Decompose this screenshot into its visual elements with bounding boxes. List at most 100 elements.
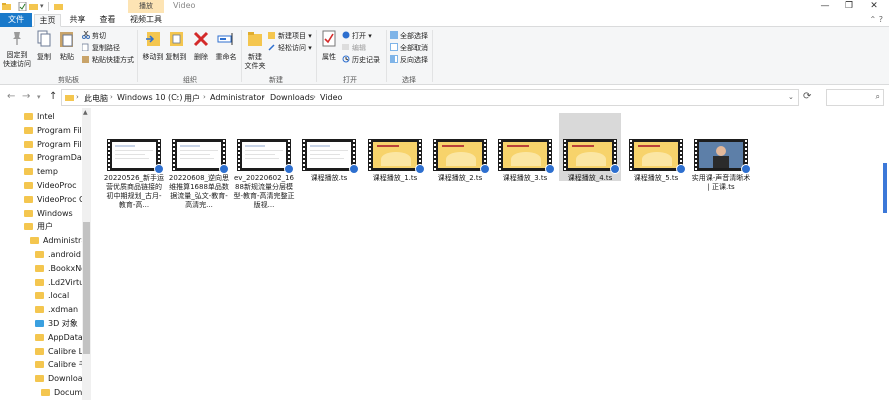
- minimize-button[interactable]: —: [813, 0, 837, 13]
- invert-selection-button[interactable]: 反向选择: [390, 55, 428, 66]
- file-item[interactable]: 课程播放_3.ts: [494, 139, 556, 183]
- video-thumbnail: [368, 139, 425, 174]
- search-input[interactable]: ⌕: [826, 89, 884, 106]
- content-scrollbar[interactable]: [881, 108, 889, 400]
- nav-item[interactable]: Program Files: [24, 124, 82, 137]
- new-folder-quick-icon[interactable]: [29, 2, 38, 11]
- nav-item[interactable]: .android: [35, 248, 82, 261]
- nav-item[interactable]: Program Files: [24, 138, 82, 151]
- properties-button[interactable]: 属性: [318, 30, 340, 62]
- pin-quick-access-button[interactable]: 固定到 快速访问: [2, 30, 32, 69]
- nav-item[interactable]: ProgramData: [24, 151, 82, 164]
- crumb-video[interactable]: Video: [320, 93, 342, 102]
- file-item[interactable]: 20220608_逆向思维推算1688单品数据流量_弘文-教育-高清完...: [168, 139, 230, 210]
- back-arrow-icon[interactable]: ←: [7, 91, 15, 102]
- nav-item[interactable]: .local: [35, 289, 82, 302]
- crumb-c-drive[interactable]: Windows 10 (C:): [117, 93, 183, 102]
- nav-item[interactable]: Calibre 书库: [35, 358, 82, 371]
- new-folder-button[interactable]: 新建 文件夹: [243, 30, 267, 71]
- scroll-thumb[interactable]: [883, 163, 887, 213]
- crumb-administrator[interactable]: Administrator: [210, 93, 265, 102]
- history-label: 历史记录: [352, 56, 380, 64]
- delete-button[interactable]: 删除: [191, 30, 211, 62]
- nav-item[interactable]: temp: [24, 165, 82, 178]
- recent-chevron-icon[interactable]: ▾: [37, 93, 41, 101]
- address-dropdown-icon[interactable]: ⌄: [788, 93, 794, 101]
- nav-scrollbar[interactable]: ▲: [82, 108, 91, 400]
- navigation-pane: Intel Program Files Program Files ProgramDa…: [0, 108, 92, 400]
- crumb-users[interactable]: 用户: [184, 93, 200, 104]
- file-item[interactable]: 实用课-声音清晰术 | 正课.ts: [690, 139, 752, 192]
- help-icon[interactable]: ⌃ ?: [870, 15, 884, 24]
- paste-shortcut-button[interactable]: 粘贴快捷方式: [82, 55, 134, 66]
- cut-button[interactable]: 剪切: [82, 30, 106, 42]
- open-button[interactable]: 打开 ▾: [342, 31, 372, 42]
- nav-item[interactable]: AppData: [35, 331, 82, 344]
- file-name: 课程播放_3.ts: [502, 174, 548, 182]
- video-thumbnail: [498, 139, 555, 174]
- nav-item[interactable]: 用户: [24, 220, 82, 233]
- file-item[interactable]: 课程播放_4.ts: [559, 113, 621, 182]
- nav-item[interactable]: .BookxNote: [35, 262, 82, 275]
- select-none-button[interactable]: 全部取消: [390, 43, 428, 54]
- nav-item[interactable]: VideoProc: [24, 179, 82, 192]
- nav-item[interactable]: .Ld2Virtual: [35, 276, 82, 289]
- nav-item[interactable]: Administrato: [30, 234, 82, 247]
- media-player-badge-icon: [349, 164, 359, 174]
- video-thumbnail: [694, 139, 751, 174]
- new-item-button[interactable]: 新建项目 ▾: [268, 31, 312, 42]
- nav-item[interactable]: 3D 对象: [35, 317, 82, 330]
- nav-item[interactable]: Downloads: [35, 372, 82, 385]
- folder-icon: [35, 361, 44, 369]
- move-to-button[interactable]: 移动到: [142, 30, 164, 62]
- copy-button[interactable]: 复制: [33, 30, 55, 62]
- nav-item[interactable]: VideoProc Co: [24, 193, 82, 206]
- file-item[interactable]: 课程播放_1.ts: [364, 139, 426, 183]
- refresh-icon[interactable]: ⟳: [803, 91, 811, 102]
- file-item[interactable]: ev_20220602_1688新规流量分层模型-教育-高清完整正版视...: [233, 139, 295, 210]
- nav-item[interactable]: Documen: [41, 386, 82, 399]
- scroll-thumb[interactable]: [83, 222, 90, 354]
- crumb-this-pc[interactable]: 此电脑: [84, 93, 108, 104]
- tab-home[interactable]: 主页: [34, 14, 61, 27]
- crumb-downloads[interactable]: Downloads: [270, 93, 314, 102]
- easy-access-button[interactable]: 轻松访问 ▾: [268, 43, 312, 54]
- move-to-icon: [142, 30, 164, 51]
- tab-view[interactable]: 查看: [94, 14, 121, 27]
- rename-button[interactable]: 重命名: [213, 30, 239, 62]
- delete-label: 删除: [194, 53, 208, 61]
- properties-quick-icon[interactable]: [18, 1, 27, 12]
- select-all-button[interactable]: 全部选择: [390, 31, 428, 42]
- nav-item-label: Intel: [37, 112, 55, 121]
- file-item[interactable]: 课程播放_5.ts: [625, 139, 687, 183]
- media-player-badge-icon: [480, 164, 490, 174]
- scroll-up-icon[interactable]: ▲: [83, 109, 88, 116]
- folder-icon: [35, 292, 44, 300]
- file-item[interactable]: 课程播放_2.ts: [429, 139, 491, 183]
- file-name: 20220526_新手运营优质商品链接的初中期规划_古月-教育-高...: [103, 174, 165, 209]
- nav-item[interactable]: Windows: [24, 207, 82, 220]
- copy-path-button[interactable]: 复制路径: [81, 43, 120, 54]
- copy-path-label: 复制路径: [92, 44, 120, 52]
- address-bar[interactable]: › 此电脑 › Windows 10 (C:) › 用户 › Administr…: [61, 89, 799, 106]
- history-button[interactable]: 历史记录: [342, 55, 380, 66]
- nav-item[interactable]: .xdman: [35, 303, 82, 316]
- close-button[interactable]: ✕: [862, 0, 886, 13]
- tab-file[interactable]: 文件: [0, 13, 32, 27]
- context-tab-play[interactable]: 播放: [128, 0, 164, 13]
- file-item[interactable]: 课程播放.ts: [298, 139, 360, 183]
- paste-button[interactable]: 粘贴: [56, 30, 78, 62]
- edit-button[interactable]: 编辑: [342, 43, 366, 54]
- select-none-icon: [390, 43, 398, 51]
- up-arrow-icon[interactable]: ↑: [49, 91, 57, 102]
- nav-item[interactable]: Intel: [24, 110, 82, 123]
- select-all-icon: [390, 31, 398, 39]
- forward-arrow-icon[interactable]: →: [22, 91, 30, 102]
- nav-item[interactable]: Calibre Libr: [35, 345, 82, 358]
- copy-to-button[interactable]: 复制到: [165, 30, 187, 62]
- maximize-button[interactable]: ❐: [837, 0, 861, 13]
- tab-share[interactable]: 共享: [64, 14, 91, 27]
- folder-icon: [24, 113, 33, 120]
- tab-video-tools[interactable]: 视频工具: [126, 14, 166, 27]
- file-item[interactable]: 20220526_新手运营优质商品链接的初中期规划_古月-教育-高...: [103, 139, 165, 210]
